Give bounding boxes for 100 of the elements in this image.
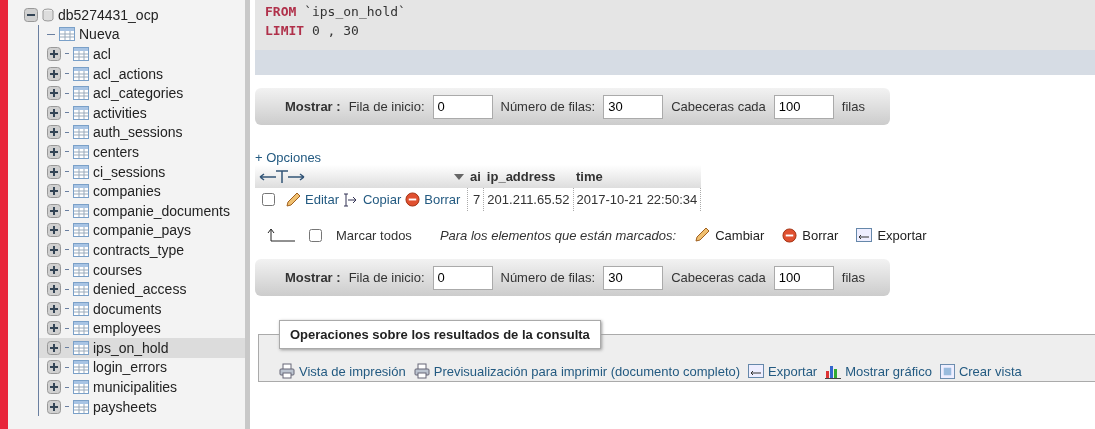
tree-item[interactable]: Nueva bbox=[79, 26, 120, 43]
tree-item[interactable]: municipalities bbox=[93, 379, 178, 396]
tree-item[interactable]: activities bbox=[93, 104, 147, 121]
expand-icon[interactable] bbox=[47, 66, 61, 81]
table-icon bbox=[73, 399, 89, 414]
operation-link[interactable]: Vista de impresión bbox=[299, 363, 406, 379]
table-cell: 2017-10-21 22:50:34 bbox=[573, 188, 701, 211]
tree-item[interactable]: auth_sessions bbox=[93, 124, 183, 141]
expand-icon[interactable] bbox=[47, 340, 61, 355]
column-header[interactable]: ip_address bbox=[483, 165, 573, 188]
operation-link[interactable]: Crear vista bbox=[958, 363, 1022, 379]
tree-item[interactable]: companie_pays bbox=[93, 222, 192, 239]
table-icon bbox=[73, 203, 89, 218]
tree-item[interactable]: ci_sessions bbox=[93, 163, 166, 180]
options-link[interactable]: + Opciones bbox=[255, 150, 322, 165]
tree-item[interactable]: companies bbox=[93, 183, 161, 200]
headers-every-field[interactable]: 100 bbox=[773, 94, 834, 119]
start-row-field[interactable]: 0 bbox=[432, 265, 493, 290]
collapse-icon[interactable] bbox=[24, 7, 38, 22]
expand-icon[interactable] bbox=[47, 203, 61, 218]
expand-icon[interactable] bbox=[47, 144, 61, 159]
delete-link[interactable]: Borrar bbox=[424, 192, 461, 207]
column-header[interactable]: ai bbox=[467, 165, 484, 188]
dropdown-icon[interactable] bbox=[454, 173, 464, 180]
table-icon bbox=[73, 380, 89, 395]
expand-icon[interactable] bbox=[47, 360, 61, 375]
show-label: Mostrar : bbox=[285, 99, 341, 114]
copy-link[interactable]: Copiar bbox=[362, 192, 402, 207]
expand-icon[interactable] bbox=[47, 223, 61, 238]
column-header[interactable]: time bbox=[573, 165, 701, 188]
expand-icon[interactable] bbox=[47, 399, 61, 414]
expand-icon[interactable] bbox=[47, 262, 61, 277]
expand-icon[interactable] bbox=[47, 125, 61, 140]
expand-icon[interactable] bbox=[47, 164, 61, 179]
edit-link[interactable]: Editar bbox=[305, 192, 339, 207]
table-icon bbox=[73, 282, 89, 297]
sql-text: `ips_on_hold` bbox=[304, 4, 406, 19]
tree-item[interactable]: acl_actions bbox=[93, 65, 164, 82]
bulk-action-link[interactable]: Cambiar bbox=[715, 227, 765, 243]
table-cell: 201.211.65.52 bbox=[483, 188, 573, 211]
sql-keyword: FROM bbox=[265, 4, 297, 19]
table-icon bbox=[73, 47, 89, 61]
pencil-icon bbox=[285, 191, 301, 208]
table-icon bbox=[73, 184, 89, 199]
operation-link[interactable]: Previsualización para imprimir (documento completo) bbox=[433, 363, 741, 379]
tree-item[interactable]: ips_on_hold bbox=[93, 339, 169, 356]
tree-item[interactable]: acl_categories bbox=[93, 85, 184, 102]
window-icon bbox=[939, 363, 955, 379]
expand-icon[interactable] bbox=[47, 321, 61, 336]
row-count-label: Número de filas: bbox=[500, 99, 596, 114]
table-icon bbox=[73, 321, 89, 336]
row-count-field[interactable]: 30 bbox=[603, 94, 664, 119]
expand-icon[interactable] bbox=[47, 105, 61, 120]
show-label: Mostrar : bbox=[285, 270, 341, 285]
delete-icon bbox=[405, 192, 421, 207]
expand-icon[interactable] bbox=[47, 282, 61, 297]
table-icon bbox=[73, 223, 89, 238]
sql-text: 0 , 30 bbox=[311, 23, 359, 38]
database-icon bbox=[42, 7, 54, 22]
tree-item[interactable]: denied_access bbox=[93, 281, 187, 298]
check-all-label[interactable]: Marcar todos bbox=[336, 227, 412, 243]
expand-icon[interactable] bbox=[47, 380, 61, 395]
corner-arrow-icon bbox=[267, 228, 297, 242]
copy-icon bbox=[342, 191, 359, 208]
bulk-action-link[interactable]: Exportar bbox=[877, 227, 927, 243]
export-icon bbox=[748, 364, 765, 378]
table-icon bbox=[73, 66, 89, 81]
operation-link[interactable]: Mostrar gráfico bbox=[845, 363, 932, 379]
tree-item[interactable]: companie_documents bbox=[93, 202, 230, 219]
bulk-action-link[interactable]: Borrar bbox=[802, 227, 839, 243]
expand-icon[interactable] bbox=[47, 47, 61, 61]
bar-chart-icon bbox=[825, 363, 842, 379]
tree-item[interactable]: paysheets bbox=[93, 398, 157, 415]
row-count-field[interactable]: 30 bbox=[603, 265, 664, 290]
panel-title: Operaciones sobre los resultados de la consulta bbox=[279, 320, 601, 349]
start-row-label: Fila de inicio: bbox=[348, 99, 425, 114]
headers-every-label: Cabeceras cada bbox=[671, 270, 766, 285]
pencil-icon bbox=[694, 227, 711, 243]
selected-items-label: Para los elementos que están marcados: bbox=[439, 227, 677, 243]
tree-item[interactable]: db5274431_ocp bbox=[58, 6, 159, 23]
tree-item[interactable]: courses bbox=[93, 261, 143, 278]
expand-icon[interactable] bbox=[47, 301, 61, 316]
headers-every-field[interactable]: 100 bbox=[773, 265, 834, 290]
new-table-icon bbox=[59, 27, 75, 42]
tree-item[interactable]: employees bbox=[93, 320, 161, 337]
start-row-field[interactable]: 0 bbox=[432, 94, 493, 119]
table-icon bbox=[73, 86, 89, 101]
tree-item[interactable]: contracts_type bbox=[93, 241, 185, 258]
column-arrows-icon[interactable] bbox=[258, 169, 306, 184]
tree-item[interactable]: centers bbox=[93, 143, 139, 160]
tree-item[interactable]: acl bbox=[93, 46, 111, 62]
expand-icon[interactable] bbox=[47, 184, 61, 199]
tree-item[interactable]: login_errors bbox=[93, 359, 167, 376]
expand-icon[interactable] bbox=[47, 242, 61, 257]
tree-item[interactable]: documents bbox=[93, 300, 162, 317]
rows-label: filas bbox=[841, 99, 865, 114]
row-checkbox[interactable] bbox=[262, 193, 275, 206]
expand-icon[interactable] bbox=[47, 86, 61, 101]
check-all-checkbox[interactable] bbox=[309, 228, 322, 242]
operation-link[interactable]: Exportar bbox=[768, 363, 818, 379]
